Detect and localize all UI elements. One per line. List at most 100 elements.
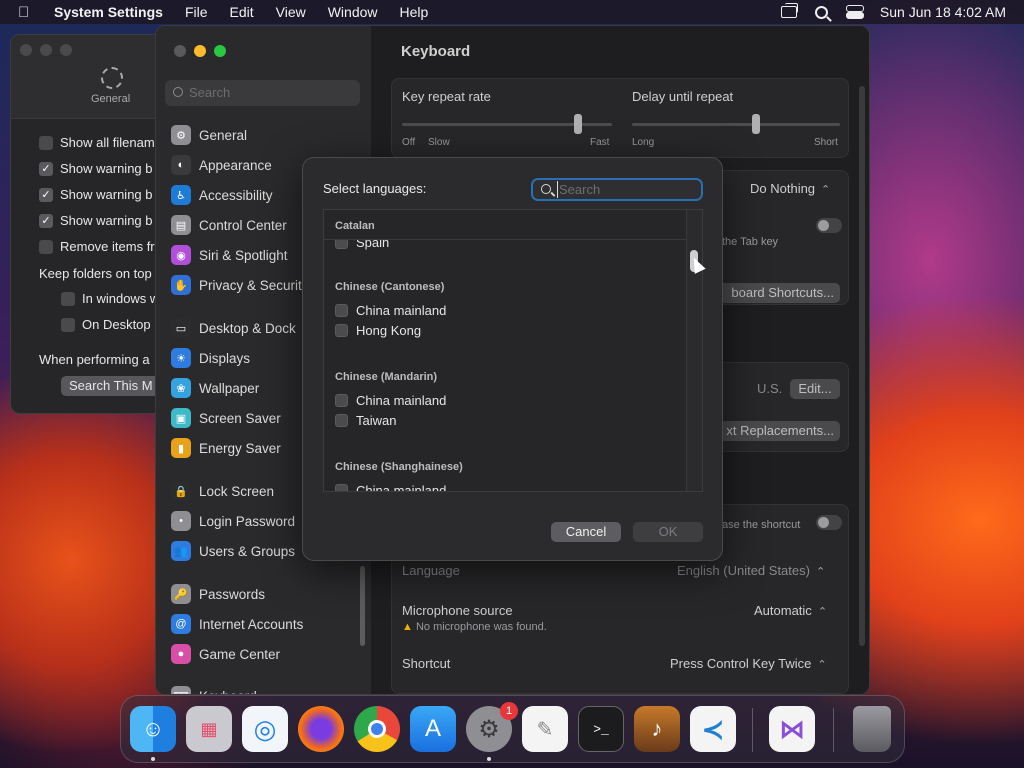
minimize-button[interactable] bbox=[40, 44, 52, 56]
checkbox-checked[interactable]: ✓ bbox=[39, 187, 53, 202]
sidebar-item-label: Internet Accounts bbox=[199, 616, 304, 632]
delay-until-repeat-slider[interactable] bbox=[632, 123, 840, 126]
menu-clock[interactable]: Sun Jun 18 4:02 AM bbox=[880, 4, 1006, 20]
appstore-icon[interactable]: A bbox=[410, 706, 456, 752]
sun-icon: ☀ bbox=[171, 348, 191, 368]
chevron-updown-icon: ⌃ bbox=[817, 606, 828, 618]
sidebar-item-label: Passwords bbox=[199, 586, 266, 602]
language-popup[interactable]: English (United States) ⌃ bbox=[677, 563, 825, 578]
text-replacements-button[interactable]: xt Replacements... bbox=[712, 421, 840, 441]
dictation-toggle[interactable] bbox=[816, 515, 842, 530]
launchpad-icon[interactable]: ▦ bbox=[186, 706, 232, 752]
checkbox-checked[interactable]: ✓ bbox=[39, 161, 53, 176]
menu-app-name[interactable]: System Settings bbox=[54, 4, 163, 20]
sidebar-item-general[interactable]: ⚙ General bbox=[171, 123, 366, 147]
keyboard-shortcuts-button[interactable]: board Shortcuts... bbox=[712, 283, 840, 303]
finder-option[interactable]: ✓ Show warning b bbox=[39, 213, 153, 228]
menu-file[interactable]: File bbox=[185, 4, 208, 20]
language-label: Language bbox=[402, 563, 460, 578]
menu-window[interactable]: Window bbox=[328, 4, 378, 20]
warning-icon: ▲ bbox=[402, 621, 413, 633]
zoom-button[interactable] bbox=[60, 44, 72, 56]
vscode-icon[interactable]: ≺ bbox=[690, 706, 736, 752]
ok-button[interactable]: OK bbox=[633, 522, 703, 542]
finder-sub-option[interactable]: On Desktop bbox=[61, 317, 151, 332]
firefox-icon[interactable] bbox=[298, 706, 344, 752]
finder-option[interactable]: ✓ Show warning b bbox=[39, 187, 153, 202]
list-item[interactable]: Hong Kong bbox=[335, 323, 421, 338]
search-scope-popup[interactable]: Search This M bbox=[61, 376, 169, 396]
sidebar-item-game-center[interactable]: ● Game Center bbox=[171, 642, 366, 666]
section-header: Chinese (Mandarin) bbox=[335, 371, 438, 383]
instruments-icon[interactable]: ♪ bbox=[634, 706, 680, 752]
delay-until-repeat-knob[interactable] bbox=[752, 114, 760, 134]
checkbox[interactable] bbox=[39, 135, 53, 150]
sidebar-item-internet-accounts[interactable]: @ Internet Accounts bbox=[171, 612, 366, 636]
checkbox[interactable] bbox=[61, 317, 75, 332]
finder-option[interactable]: ✓ Show warning b bbox=[39, 161, 153, 176]
keyboard-navigation-toggle[interactable] bbox=[816, 218, 842, 233]
list-item[interactable]: China mainland bbox=[335, 303, 446, 318]
menu-edit[interactable]: Edit bbox=[230, 4, 254, 20]
checkbox[interactable] bbox=[335, 484, 348, 491]
finder-option[interactable]: Show all filenam bbox=[39, 135, 155, 150]
checkbox[interactable] bbox=[335, 414, 348, 427]
checkbox[interactable] bbox=[335, 304, 348, 317]
list-item[interactable]: China mainland bbox=[335, 393, 446, 408]
section-header-sticky: Catalan bbox=[324, 210, 688, 240]
delay-long-label: Long bbox=[632, 137, 655, 148]
microphone-source-popup[interactable]: Automatic ⌃ bbox=[754, 603, 827, 618]
menu-help[interactable]: Help bbox=[400, 4, 429, 20]
sidebar-scrollbar[interactable] bbox=[360, 566, 365, 646]
zoom-button[interactable] bbox=[214, 45, 226, 57]
sidebar-item-label: Desktop & Dock bbox=[199, 320, 296, 336]
language-list-scrollbar[interactable] bbox=[686, 210, 702, 491]
checkbox[interactable] bbox=[335, 324, 348, 337]
gear-icon[interactable] bbox=[101, 67, 123, 89]
checkbox-checked[interactable]: ✓ bbox=[39, 213, 53, 228]
list-item[interactable]: China mainland bbox=[335, 483, 446, 491]
appearance-icon: ◐ bbox=[171, 155, 191, 175]
list-item[interactable]: Taiwan bbox=[335, 413, 396, 428]
close-button[interactable] bbox=[174, 45, 186, 57]
visual-studio-icon[interactable]: ⋈ bbox=[769, 706, 815, 752]
screen-mirroring-icon[interactable] bbox=[780, 3, 798, 18]
spotlight-search-icon[interactable] bbox=[814, 5, 828, 19]
repeat-slow-label: Slow bbox=[428, 137, 450, 148]
edit-input-sources-button[interactable]: Edit... bbox=[790, 379, 840, 399]
sidebar-item-label: Lock Screen bbox=[199, 483, 275, 499]
system-settings-icon[interactable]: ⚙ 1 bbox=[466, 702, 518, 752]
accessibility-icon: ♿ bbox=[171, 185, 191, 205]
language-search-field[interactable] bbox=[531, 178, 703, 201]
finder-option[interactable]: Remove items fr bbox=[39, 239, 155, 254]
language-search-input[interactable] bbox=[557, 181, 697, 198]
control-center-icon[interactable] bbox=[845, 5, 864, 19]
terminal-icon[interactable]: >_ bbox=[578, 706, 624, 752]
gamecenter-icon: ● bbox=[171, 644, 191, 664]
content-scrollbar[interactable] bbox=[859, 86, 865, 646]
trash-icon[interactable] bbox=[853, 706, 891, 752]
key-repeat-rate-knob[interactable] bbox=[574, 114, 582, 134]
shortcut-popup[interactable]: Press Control Key Twice ⌃ bbox=[670, 656, 827, 671]
checkbox[interactable] bbox=[61, 291, 75, 306]
finder-icon[interactable]: ☺ bbox=[130, 706, 176, 752]
checkbox[interactable] bbox=[335, 394, 348, 407]
textedit-icon[interactable]: ✎ bbox=[522, 706, 568, 752]
fn-key-popup[interactable]: Do Nothing ⌃ bbox=[750, 181, 830, 196]
settings-search-input[interactable]: Search bbox=[165, 80, 360, 106]
cancel-button[interactable]: Cancel bbox=[551, 522, 621, 542]
finder-sub-option[interactable]: In windows w bbox=[61, 291, 159, 306]
sidebar-item-label: Game Center bbox=[199, 646, 281, 662]
checkbox[interactable] bbox=[39, 239, 53, 254]
menu-view[interactable]: View bbox=[276, 4, 306, 20]
minimize-button[interactable] bbox=[194, 45, 206, 57]
tab-general[interactable]: General bbox=[91, 93, 130, 105]
sidebar-item-label: Screen Saver bbox=[199, 410, 281, 426]
apple-menu-icon[interactable]:  bbox=[18, 4, 40, 21]
sidebar-item-passwords[interactable]: 🔑 Passwords bbox=[171, 582, 366, 606]
sidebar-item-keyboard[interactable]: ⌨Keyboard bbox=[171, 684, 366, 694]
safari-icon[interactable]: ◎ bbox=[242, 706, 288, 752]
screensaver-icon: ▣ bbox=[171, 408, 191, 428]
close-button[interactable] bbox=[20, 44, 32, 56]
chrome-icon[interactable] bbox=[354, 706, 400, 752]
